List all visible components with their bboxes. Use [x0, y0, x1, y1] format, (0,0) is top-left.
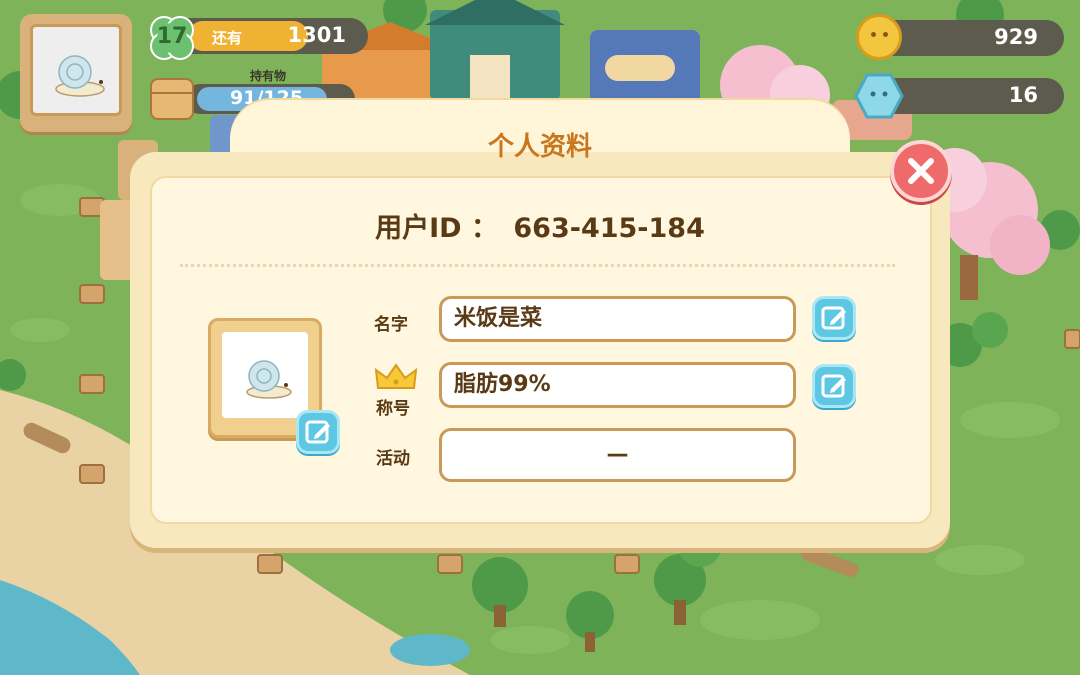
edit-icon: [821, 306, 846, 330]
activity-label: 活动: [376, 449, 410, 469]
level-value: 17: [156, 24, 188, 49]
remaining-label: 还有: [212, 29, 243, 47]
edit-avatar-button[interactable]: [296, 410, 340, 454]
coin-icon: [856, 14, 902, 60]
activity-field: —: [439, 428, 796, 482]
snail-avatar-icon: [246, 360, 292, 399]
dotted-divider: [180, 264, 895, 267]
remaining-bar: 还有 1301: [168, 18, 368, 54]
user-id-label: 用户ID ：: [375, 213, 498, 244]
level-badge: 17: [148, 14, 196, 62]
dialog-title: 个人资料: [487, 132, 592, 162]
coin-value: 929: [994, 25, 1038, 49]
remaining-value: 1301: [287, 23, 346, 47]
snail-avatar-icon: [55, 55, 105, 97]
name-field: 米饭是菜: [439, 296, 796, 342]
title-label: 称号: [376, 399, 410, 419]
edit-title-button[interactable]: [812, 364, 856, 408]
close-button[interactable]: [890, 140, 952, 202]
profile-avatar-button[interactable]: [20, 14, 132, 132]
profile-dialog: 个人资料 用户ID ： 663-415-184 名字 米饭是菜 称号 脂肪99%…: [130, 100, 952, 550]
edit-icon: [821, 374, 846, 398]
crown-icon: [374, 363, 418, 389]
title-field: 脂肪99%: [439, 362, 796, 408]
gem-value: 16: [1008, 83, 1038, 107]
edit-icon: [305, 420, 330, 444]
inventory-label: 持有物: [250, 69, 287, 83]
close-icon: [908, 158, 934, 184]
name-label: 名字: [374, 315, 408, 335]
user-id-value: 663-415-184: [513, 213, 705, 244]
user-id-row: 用户ID ： 663-415-184: [130, 206, 950, 245]
edit-name-button[interactable]: [812, 296, 856, 340]
